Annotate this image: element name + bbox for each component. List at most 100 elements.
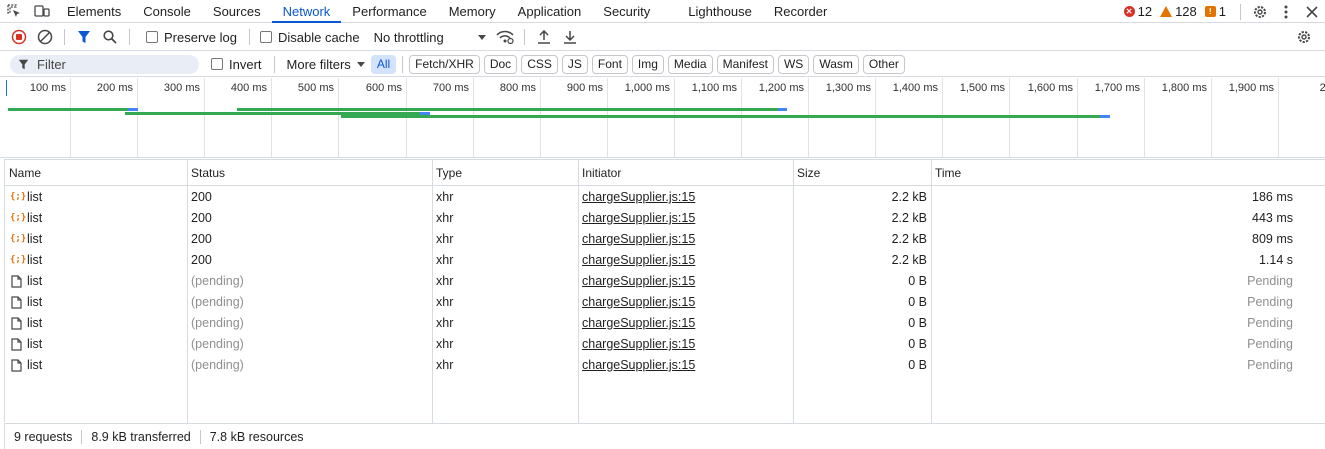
- column-header-size[interactable]: Size: [793, 160, 820, 186]
- cell-time: 443 ms: [1252, 211, 1293, 225]
- network-conditions-wifi-icon[interactable]: [492, 26, 518, 48]
- column-header-name[interactable]: Name: [5, 160, 41, 186]
- chip-wasm[interactable]: Wasm: [813, 54, 859, 74]
- clear-icon[interactable]: [32, 26, 58, 48]
- tab-network[interactable]: Network: [271, 0, 342, 23]
- overview-grid-line: [741, 78, 742, 157]
- cell-name[interactable]: list: [10, 334, 42, 355]
- search-icon[interactable]: [97, 26, 123, 48]
- initiator-link[interactable]: chargeSupplier.js:15: [582, 229, 695, 250]
- initiator-link[interactable]: chargeSupplier.js:15: [582, 313, 695, 334]
- network-overview-timeline[interactable]: 100 ms 200 ms 300 ms 400 ms 500 ms 600 ms 700 …: [0, 78, 1325, 158]
- overview-grid-line: [1077, 78, 1078, 157]
- chip-manifest[interactable]: Manifest: [716, 54, 774, 74]
- throttling-select[interactable]: No throttling: [374, 30, 486, 45]
- filter-funnel-icon[interactable]: [71, 26, 97, 48]
- tab-security[interactable]: Security: [592, 0, 661, 22]
- initiator-link[interactable]: chargeSupplier.js:15: [582, 271, 695, 292]
- invert-checkbox[interactable]: Invert: [211, 57, 262, 72]
- overview-grid-line: [1144, 78, 1145, 157]
- chip-ws[interactable]: WS: [777, 54, 810, 74]
- column-header-initiator[interactable]: Initiator: [578, 160, 621, 186]
- tab-application[interactable]: Application: [507, 0, 593, 22]
- settings-gear-icon[interactable]: [1247, 0, 1273, 23]
- initiator-link[interactable]: chargeSupplier.js:15: [582, 334, 695, 355]
- column-header-type[interactable]: Type: [432, 160, 462, 186]
- chip-js[interactable]: JS: [561, 54, 588, 74]
- filter-input[interactable]: Filter: [10, 54, 199, 74]
- chip-css[interactable]: CSS: [521, 54, 558, 74]
- chip-doc[interactable]: Doc: [483, 54, 518, 74]
- checkbox-box[interactable]: [259, 31, 272, 43]
- request-name: list: [27, 295, 43, 309]
- import-har-upload-icon[interactable]: [531, 26, 557, 48]
- cell-name[interactable]: list: [10, 355, 42, 376]
- chip-media[interactable]: Media: [667, 54, 713, 74]
- table-row[interactable]: list (pending) xhr chargeSupplier.js:15 0 B P…: [5, 334, 1325, 355]
- overview-left-handle[interactable]: [6, 80, 7, 96]
- disable-cache-checkbox[interactable]: Disable cache: [259, 30, 360, 45]
- cell-type: xhr: [436, 253, 454, 267]
- cell-name[interactable]: {;} list: [10, 250, 42, 271]
- issues-count-badge[interactable]: ! 1: [1204, 4, 1226, 19]
- more-options-icon[interactable]: [1273, 0, 1299, 23]
- tab-recorder[interactable]: Recorder: [763, 0, 838, 22]
- stop-recording-icon[interactable]: [6, 26, 32, 48]
- more-filters-dropdown[interactable]: More filters: [273, 55, 365, 73]
- checkbox-box[interactable]: [211, 58, 223, 70]
- column-header-time[interactable]: Time: [931, 160, 961, 186]
- close-devtools-icon[interactable]: [1299, 0, 1325, 23]
- table-row[interactable]: {;} list 200 xhr chargeSupplier.js:15 2.2 kB 8…: [5, 229, 1325, 250]
- warning-count-badge[interactable]: 128: [1160, 4, 1197, 19]
- table-row[interactable]: list (pending) xhr chargeSupplier.js:15 0 B P…: [5, 355, 1325, 376]
- cell-status: (pending): [191, 274, 244, 288]
- tab-memory[interactable]: Memory: [438, 0, 507, 22]
- cell-name[interactable]: list: [10, 292, 42, 313]
- network-settings-gear-icon[interactable]: [1291, 26, 1317, 48]
- checkbox-box[interactable]: [146, 31, 158, 43]
- cell-name[interactable]: {;} list: [10, 229, 42, 250]
- initiator-link[interactable]: chargeSupplier.js:15: [582, 250, 695, 271]
- tab-console[interactable]: Console: [132, 0, 202, 22]
- column-header-status[interactable]: Status: [187, 160, 225, 186]
- preserve-log-checkbox[interactable]: Preserve log: [146, 30, 237, 45]
- overview-grid-line: [607, 78, 608, 157]
- cell-name[interactable]: list: [10, 313, 42, 334]
- xhr-icon: {;}: [10, 234, 27, 244]
- tab-performance[interactable]: Performance: [341, 0, 437, 22]
- request-name: list: [27, 190, 43, 204]
- table-row[interactable]: {;} list 200 xhr chargeSupplier.js:15 2.2 kB 1…: [5, 187, 1325, 208]
- overview-request-download-bar: [778, 108, 787, 111]
- initiator-link[interactable]: chargeSupplier.js:15: [582, 355, 695, 376]
- overview-tick-label: 1,200 ms: [758, 82, 804, 94]
- cell-name[interactable]: {;} list: [10, 208, 42, 229]
- chip-other[interactable]: Other: [862, 54, 905, 74]
- overview-grid-line: [1278, 78, 1279, 157]
- cell-name[interactable]: list: [10, 271, 42, 292]
- initiator-link[interactable]: chargeSupplier.js:15: [582, 187, 695, 208]
- inspect-element-icon[interactable]: [0, 0, 28, 22]
- cell-time: Pending: [1247, 274, 1293, 288]
- tab-sources[interactable]: Sources: [202, 0, 272, 22]
- table-row[interactable]: {;} list 200 xhr chargeSupplier.js:15 2.2 kB 4…: [5, 208, 1325, 229]
- chip-fetch-xhr[interactable]: Fetch/XHR: [409, 54, 480, 74]
- table-row[interactable]: list (pending) xhr chargeSupplier.js:15 0 B P…: [5, 313, 1325, 334]
- xhr-icon: {;}: [10, 255, 27, 265]
- table-row[interactable]: {;} list 200 xhr chargeSupplier.js:15 2.2 kB 1…: [5, 250, 1325, 271]
- chip-font[interactable]: Font: [591, 54, 628, 74]
- overview-grid-line: [473, 78, 474, 157]
- device-toolbar-icon[interactable]: [28, 0, 56, 22]
- xhr-icon: {;}: [10, 213, 27, 223]
- chip-img[interactable]: Img: [631, 54, 664, 74]
- chevron-down-icon: [477, 34, 486, 40]
- chip-all[interactable]: All: [370, 54, 397, 74]
- table-row[interactable]: list (pending) xhr chargeSupplier.js:15 0 B P…: [5, 271, 1325, 292]
- tab-lighthouse[interactable]: Lighthouse: [677, 0, 763, 22]
- table-row[interactable]: list (pending) xhr chargeSupplier.js:15 0 B P…: [5, 292, 1325, 313]
- initiator-link[interactable]: chargeSupplier.js:15: [582, 208, 695, 229]
- export-har-download-icon[interactable]: [557, 26, 583, 48]
- initiator-link[interactable]: chargeSupplier.js:15: [582, 292, 695, 313]
- tab-elements[interactable]: Elements: [56, 0, 132, 22]
- cell-name[interactable]: {;} list: [10, 187, 42, 208]
- error-count-badge[interactable]: ✕ 12: [1123, 4, 1152, 19]
